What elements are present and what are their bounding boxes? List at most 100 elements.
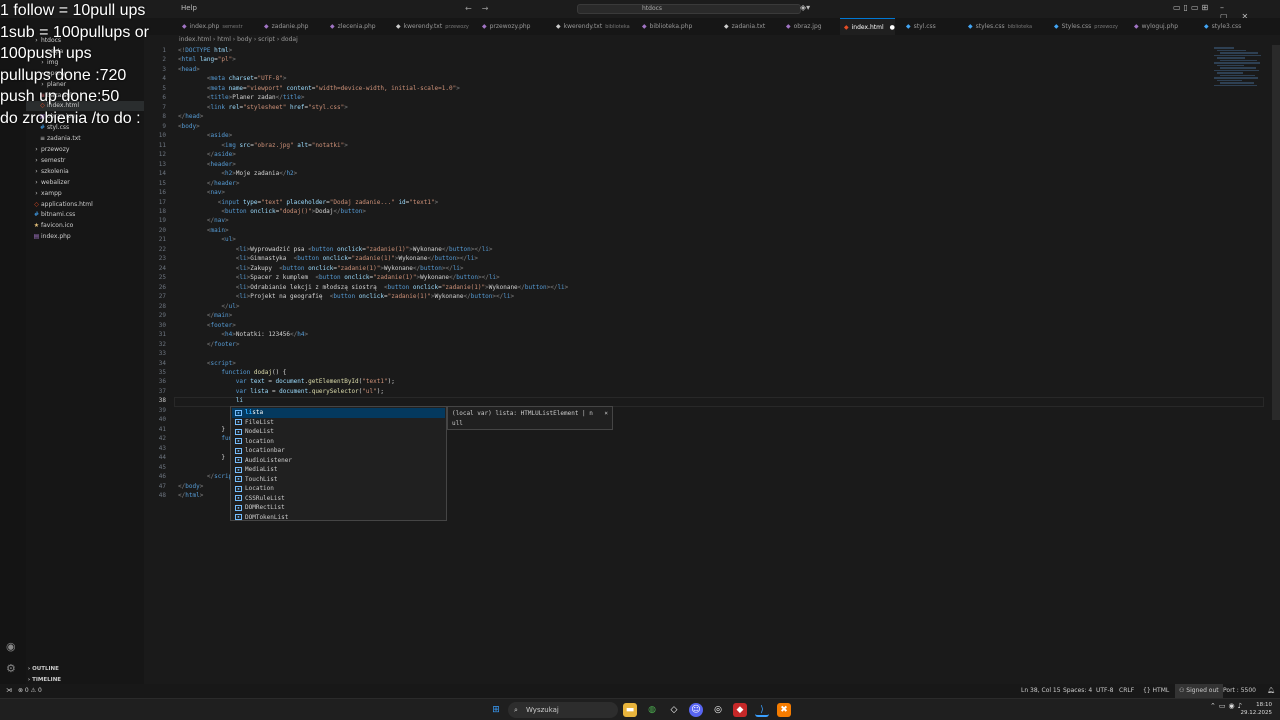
code-line[interactable]: } (178, 425, 225, 435)
account-icon[interactable]: ◉ (6, 640, 16, 653)
editor-tab[interactable]: ◆ biblioteka.php (638, 18, 692, 35)
code-line[interactable]: </aside> (178, 150, 236, 160)
tree-item[interactable]: › semestr (26, 156, 144, 166)
notifications-bell-icon[interactable]: 🔔︎ (1267, 684, 1275, 698)
code-line[interactable]: <ul> (178, 235, 235, 245)
code-line[interactable]: <li>Odrabianie lekcji z młodszą siostrą … (178, 283, 569, 293)
problems-count[interactable]: ⊗ 0 ⚠ 0 (18, 684, 42, 698)
signed-out-button[interactable]: ⚇ Signed out (1175, 684, 1223, 698)
editor-tab[interactable]: ◆ styles.css biblioteka (964, 18, 1032, 35)
tree-item[interactable]: › przewozy (26, 145, 144, 155)
editor-tab[interactable]: ◆ index.html ● (840, 18, 895, 35)
tree-item[interactable]: ▤ index.php (26, 232, 144, 242)
copilot-icon[interactable]: ◈▾ (800, 3, 810, 12)
indentation[interactable]: Spaces: 4 (1063, 684, 1092, 698)
code-line[interactable]: <h4>Notatki: 123456</h4> (178, 330, 308, 340)
close-details-icon[interactable]: × (604, 409, 608, 419)
editor-tab[interactable]: ◆ kwerendy.txt biblioteka (552, 18, 630, 35)
code-line[interactable]: <li>Spacer z kumplem <button onclick="za… (178, 273, 500, 283)
code-line[interactable]: <img src="obraz.jpg" alt="notatki"> (178, 141, 348, 151)
tree-item[interactable]: › xampp (26, 189, 144, 199)
editor-tab[interactable]: ◆ style3.css (1200, 18, 1241, 35)
breadcrumb-item[interactable]: body (237, 36, 252, 43)
editor-tab[interactable]: ◆ zadania.txt (720, 18, 765, 35)
tree-item[interactable]: # bitnami.css (26, 210, 144, 220)
command-center-search[interactable]: htdocs (577, 4, 801, 14)
code-line[interactable]: <main> (178, 226, 229, 236)
end-of-line[interactable]: CRLF (1119, 684, 1134, 698)
code-line[interactable]: </ul> (178, 302, 239, 312)
suggestion-item[interactable]: ▪ lista (232, 408, 445, 418)
layout-toggle-icons[interactable]: ▭▯▭⊞ (1173, 3, 1211, 12)
editor-tab[interactable]: ◆ przewozy.php (478, 18, 531, 35)
suggestion-item[interactable]: ▪ FileList (232, 418, 445, 428)
live-server-port[interactable]: Port : 5500 (1223, 684, 1256, 698)
minimap[interactable] (1214, 47, 1262, 97)
code-line[interactable]: </main> (178, 311, 232, 321)
unsaved-dot-icon[interactable]: ● (890, 24, 895, 31)
roblox-icon[interactable]: ◆ (733, 703, 747, 717)
tree-item[interactable]: › webalizer (26, 178, 144, 188)
windows-start-icon[interactable]: ⊞ (489, 703, 503, 717)
taskbar-search[interactable]: ⌕ Wyszukaj (508, 702, 618, 718)
code-line[interactable]: var text = document.getElementById("text… (178, 377, 395, 387)
code-line[interactable]: <meta charset="UTF-8"> (178, 74, 287, 84)
language-mode[interactable]: {} HTML (1143, 684, 1169, 698)
encoding[interactable]: UTF-8 (1096, 684, 1114, 698)
code-line[interactable]: <meta name="viewport" content="width=dev… (178, 84, 460, 94)
suggestion-item[interactable]: ▪ TouchList (232, 475, 445, 485)
editor-tab[interactable]: ◆ zadanie.php (260, 18, 308, 35)
chrome-icon[interactable]: ◍ (645, 703, 659, 717)
suggestion-item[interactable]: ▪ location (232, 437, 445, 447)
code-line[interactable]: </html> (178, 491, 203, 501)
discord-icon[interactable]: ☺ (689, 703, 703, 717)
tree-item[interactable]: ≡ zadania.txt (26, 134, 144, 144)
code-line[interactable]: function dodaj() { (178, 368, 286, 378)
suggestion-item[interactable]: ▪ MediaList (232, 465, 445, 475)
capcut-icon[interactable]: ◇ (667, 703, 681, 717)
code-line[interactable]: <footer> (178, 321, 236, 331)
code-line[interactable]: <li>Gimnastyka <button onclick="zadanie(… (178, 254, 478, 264)
outline-section[interactable]: › OUTLINE (26, 664, 144, 674)
settings-gear-icon[interactable]: ⚙ (6, 662, 16, 675)
vscode-icon[interactable]: ⟩ (755, 703, 769, 717)
code-line[interactable]: </footer> (178, 340, 240, 350)
tree-item[interactable]: › szkolenia (26, 167, 144, 177)
editor-tab[interactable]: ◆ kwerendy.txt przewozy (392, 18, 469, 35)
suggestion-item[interactable]: ▪ CSSRuleList (232, 494, 445, 504)
breadcrumb-item[interactable]: script (258, 36, 275, 43)
suggestion-item[interactable]: ▪ DOMRectList (232, 503, 445, 513)
code-line[interactable]: </header> (178, 179, 240, 189)
cursor-position[interactable]: Ln 38, Col 15 (1021, 684, 1061, 698)
code-line[interactable]: <h2>Moje zadania</h2> (178, 169, 297, 179)
clock[interactable]: 18:10 29.12.2025 (1240, 701, 1273, 717)
tree-item[interactable]: ★ favicon.ico (26, 221, 144, 231)
tree-item[interactable]: ◇ applications.html (26, 200, 144, 210)
suggestion-item[interactable]: ▪ locationbar (232, 446, 445, 456)
xampp-icon[interactable]: ✖ (777, 703, 791, 717)
editor-tab[interactable]: ◆ Styles.css przewozy (1050, 18, 1118, 35)
suggestion-item[interactable]: ▪ DOMTokenList (232, 513, 445, 523)
code-line[interactable]: } (178, 453, 225, 463)
code-line[interactable]: <button onclick="dodaj()">Dodaj</button> (178, 207, 366, 217)
code-line[interactable]: <aside> (178, 131, 232, 141)
file-explorer-icon[interactable]: ▬ (623, 703, 637, 717)
code-line[interactable]: <link rel="stylesheet" href="styl.css"> (178, 103, 348, 113)
breadcrumb-item[interactable]: dodaj (281, 36, 298, 43)
autocomplete-suggestions[interactable]: ▪ lista ▪ FileList ▪ NodeList ▪ location ▪ locati… (230, 406, 447, 521)
code-line[interactable]: </body> (178, 482, 203, 492)
code-line[interactable]: <script> (178, 359, 236, 369)
suggestion-item[interactable]: ▪ NodeList (232, 427, 445, 437)
suggestion-item[interactable]: ▪ Location (232, 484, 445, 494)
breadcrumb-item[interactable]: html (217, 36, 231, 43)
remote-indicator-icon[interactable]: ⋊ (6, 684, 12, 698)
editor-tab[interactable]: ◆ wyloguj.php (1130, 18, 1178, 35)
code-line[interactable]: <input type="text" placeholder="Dodaj za… (178, 198, 438, 208)
code-line[interactable]: <li>Wyprowadzić psa <button onclick="zad… (178, 245, 493, 255)
editor-tab[interactable]: ◆ zlecenia.php (326, 18, 376, 35)
nav-arrows[interactable]: ←→ (465, 4, 498, 13)
code-editor[interactable]: 1 <!DOCTYPE html> 2 <html lang="pl"> 3 <head>… (144, 45, 1280, 684)
editor-tab[interactable]: ◆ obraz.jpg (782, 18, 822, 35)
code-line[interactable]: <title>Planer zadan</title> (178, 93, 305, 103)
obs-icon[interactable]: ◎ (711, 703, 725, 717)
